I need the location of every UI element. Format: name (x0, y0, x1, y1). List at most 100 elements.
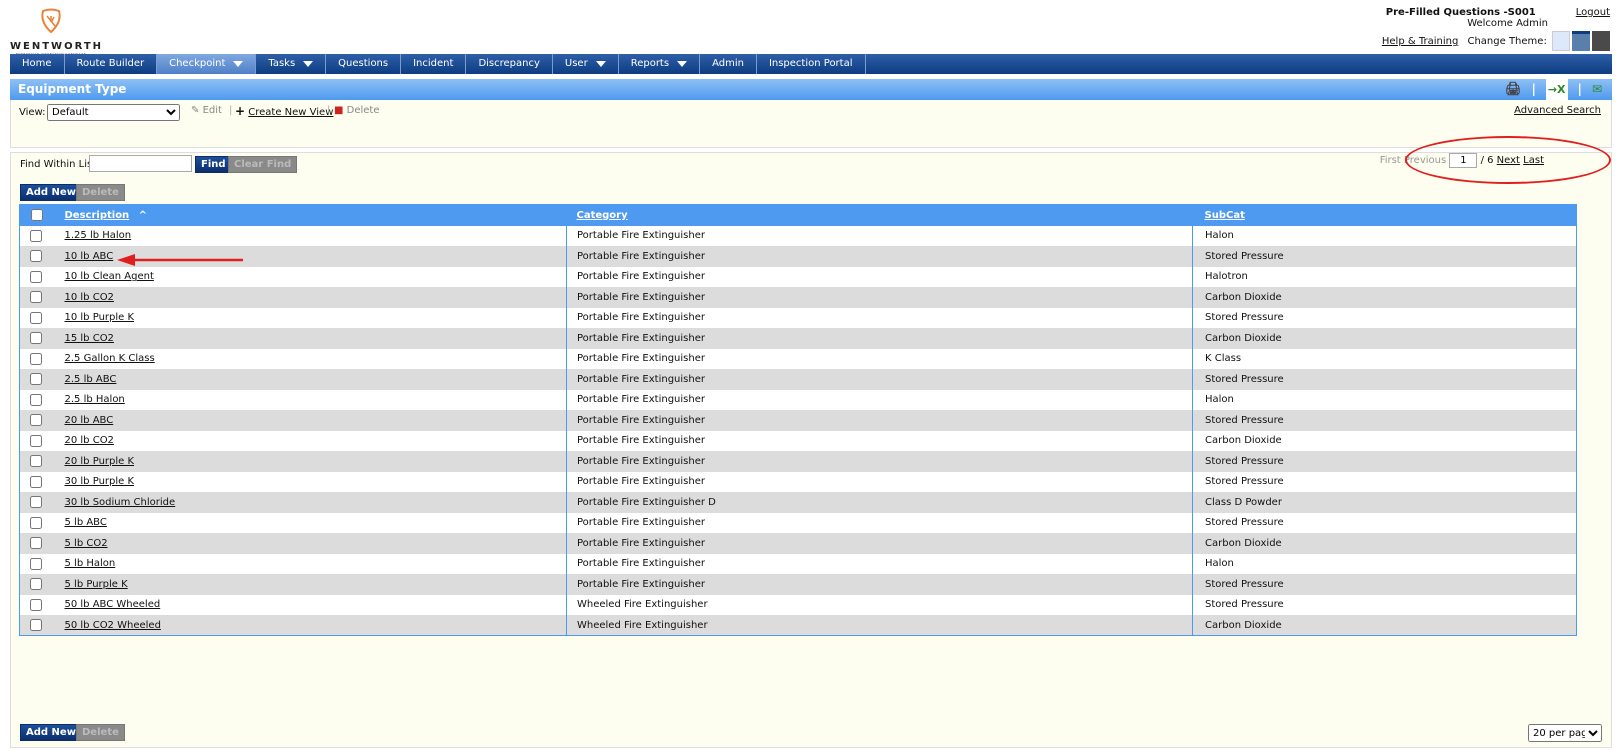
row-checkbox[interactable] (30, 516, 42, 529)
row-checkbox[interactable] (30, 291, 42, 304)
row-checkbox[interactable] (30, 619, 42, 631)
nav-checkpoint[interactable]: Checkpoint (157, 54, 257, 74)
category-cell: Portable Fire Extinguisher (577, 332, 705, 344)
edit-view-button[interactable]: ✎ Edit (191, 105, 222, 116)
sort-asc-icon: ^ (138, 209, 148, 221)
add-new-button-bottom[interactable]: Add New (20, 724, 82, 741)
create-view-button[interactable]: + Create New View (235, 104, 333, 118)
description-link[interactable]: 2.5 Gallon K Class (65, 353, 155, 364)
row-checkbox[interactable] (30, 414, 42, 427)
nav-label: Reports (630, 58, 670, 69)
row-checkbox[interactable] (30, 352, 42, 365)
column-category[interactable]: Category (577, 210, 628, 221)
column-subcat[interactable]: SubCat (1205, 210, 1245, 221)
description-link[interactable]: 5 lb Halon (65, 558, 116, 569)
subcat-cell: Halon (1205, 394, 1234, 406)
dropdown-arrow-icon[interactable] (303, 61, 314, 67)
row-checkbox[interactable] (30, 250, 42, 263)
description-link[interactable]: 50 lb ABC Wheeled (65, 599, 161, 610)
per-page-select[interactable]: 20 per page (1528, 724, 1602, 742)
nav-home[interactable]: Home (10, 54, 65, 74)
row-checkbox[interactable] (30, 537, 42, 550)
description-link[interactable]: 5 lb Purple K (65, 579, 128, 590)
help-training-link[interactable]: Help & Training (1382, 36, 1458, 47)
description-link[interactable]: 15 lb CO2 (65, 333, 114, 344)
find-button[interactable]: Find (195, 156, 232, 173)
description-link[interactable]: 20 lb Purple K (65, 456, 135, 467)
row-checkbox[interactable] (30, 373, 42, 386)
category-cell: Portable Fire Extinguisher (577, 537, 705, 549)
subcat-cell: Stored Pressure (1205, 250, 1284, 262)
row-checkbox[interactable] (30, 229, 42, 242)
description-link[interactable]: 30 lb Sodium Chloride (65, 497, 176, 508)
description-link[interactable]: 50 lb CO2 Wheeled (65, 620, 161, 631)
dropdown-arrow-icon[interactable] (233, 61, 244, 67)
description-link[interactable]: 2.5 lb ABC (65, 374, 117, 385)
nav-user[interactable]: User (553, 54, 619, 74)
row-checkbox[interactable] (30, 332, 42, 345)
theme-light-button[interactable] (1552, 31, 1570, 51)
view-select[interactable]: Default (47, 104, 180, 121)
row-checkbox[interactable] (30, 475, 42, 488)
nav-inspection-portal[interactable]: Inspection Portal (757, 54, 866, 74)
description-link[interactable]: 20 lb CO2 (65, 435, 114, 446)
print-icon[interactable]: 🖨 (1505, 79, 1522, 100)
dropdown-arrow-icon[interactable] (595, 61, 606, 67)
row-checkbox[interactable] (30, 598, 42, 611)
equipment-type-table: Description ^ Category SubCat 1.25 lb Ha… (19, 204, 1577, 636)
subcat-cell: Stored Pressure (1205, 599, 1284, 611)
nav-tasks[interactable]: Tasks (256, 54, 327, 74)
nav-label: Checkpoint (169, 58, 226, 69)
nav-reports[interactable]: Reports (619, 54, 701, 74)
subcat-cell: Halotron (1205, 271, 1248, 283)
description-link[interactable]: 2.5 lb Halon (65, 394, 125, 405)
description-link[interactable]: 30 lb Purple K (65, 476, 135, 487)
description-link[interactable]: 20 lb ABC (65, 415, 114, 426)
row-checkbox[interactable] (30, 434, 42, 447)
view-toolbar: View: Default ✎ Edit | + Create New View… (10, 100, 1612, 148)
add-new-button[interactable]: Add New (20, 184, 82, 201)
row-checkbox[interactable] (30, 270, 42, 283)
dropdown-arrow-icon[interactable] (677, 61, 688, 67)
nav-label: Home (22, 58, 52, 69)
category-cell: Portable Fire Extinguisher (577, 394, 705, 406)
category-cell: Portable Fire Extinguisher (577, 414, 705, 426)
theme-dark-button[interactable] (1592, 31, 1610, 51)
row-checkbox[interactable] (30, 455, 42, 468)
clear-find-button[interactable]: Clear Find (228, 156, 298, 173)
row-checkbox[interactable] (30, 311, 42, 324)
table-row: 15 lb CO2 Portable Fire Extinguisher Carbo… (19, 328, 1577, 349)
description-link[interactable]: 10 lb ABC (65, 251, 114, 262)
row-checkbox[interactable] (30, 496, 42, 509)
subcat-cell: Halon (1205, 230, 1234, 242)
theme-blue-button[interactable] (1572, 31, 1590, 51)
select-all-checkbox[interactable] (31, 209, 43, 222)
advanced-search-link[interactable]: Advanced Search (1514, 105, 1601, 116)
description-link[interactable]: 5 lb CO2 (65, 538, 108, 549)
nav-label: Inspection Portal (768, 58, 853, 69)
email-icon[interactable]: ✉ (1592, 79, 1602, 100)
row-checkbox[interactable] (30, 578, 42, 591)
category-cell: Wheeled Fire Extinguisher (577, 619, 708, 631)
delete-view-button[interactable]: ■ Delete (334, 105, 380, 116)
category-cell: Portable Fire Extinguisher (577, 578, 705, 590)
description-link[interactable]: 10 lb CO2 (65, 292, 114, 303)
nav-route-builder[interactable]: Route Builder (65, 54, 158, 74)
description-link[interactable]: 10 lb Clean Agent (65, 271, 154, 282)
row-checkbox[interactable] (30, 557, 42, 570)
nav-questions[interactable]: Questions (326, 54, 402, 74)
nav-incident[interactable]: Incident (401, 54, 467, 74)
export-excel-icon[interactable]: →X (1545, 79, 1568, 100)
find-input[interactable] (89, 155, 192, 172)
row-checkbox[interactable] (30, 393, 42, 406)
first-page-link[interactable]: First (1380, 155, 1401, 166)
description-link[interactable]: 5 lb ABC (65, 517, 107, 528)
delete-button[interactable]: Delete (76, 184, 125, 201)
delete-button-bottom[interactable]: Delete (76, 724, 125, 741)
description-link[interactable]: 10 lb Purple K (65, 312, 135, 323)
logout-link[interactable]: Logout (1576, 7, 1610, 18)
nav-admin[interactable]: Admin (700, 54, 757, 74)
nav-discrepancy[interactable]: Discrepancy (466, 54, 553, 74)
column-description[interactable]: Description (65, 210, 130, 221)
description-link[interactable]: 1.25 lb Halon (65, 230, 132, 241)
